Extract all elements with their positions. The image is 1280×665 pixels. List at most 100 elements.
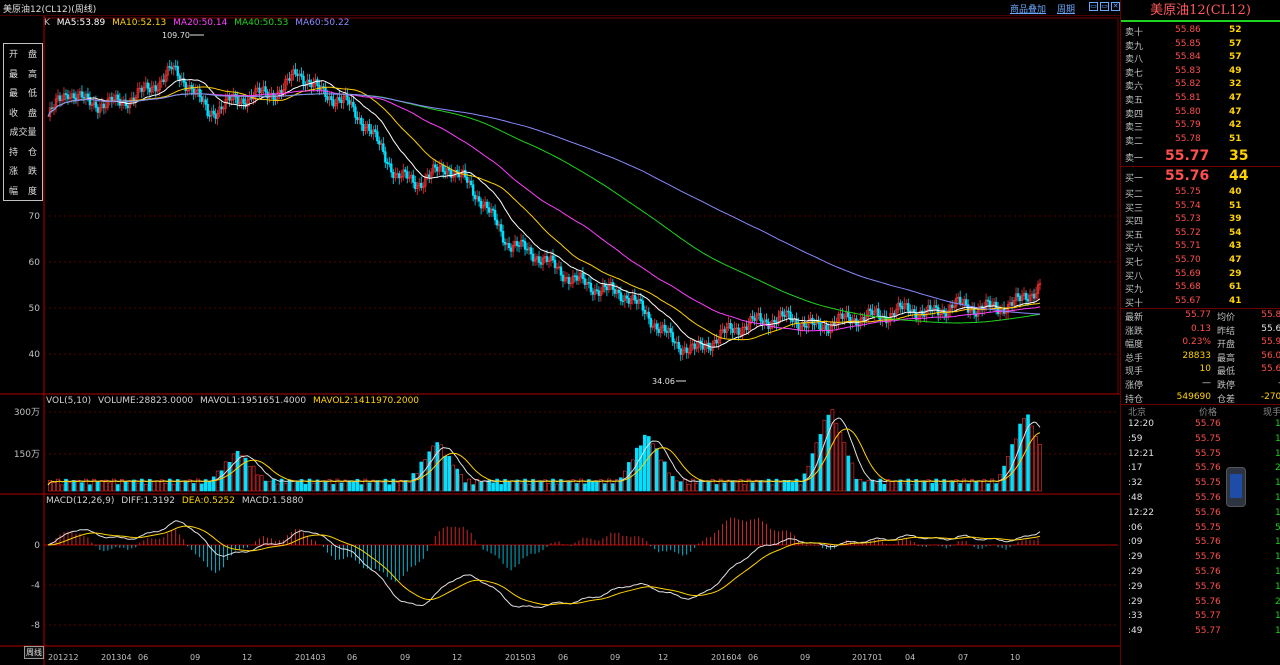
ask-level-row[interactable]: 卖三 55.79 42: [1125, 120, 1280, 134]
bid-level-row[interactable]: 买九 55.68 61: [1125, 282, 1280, 296]
candle-body: [308, 79, 311, 83]
candle-body: [635, 299, 639, 304]
volume-bar: [267, 481, 272, 492]
volume-bar: [359, 484, 364, 492]
volume-bar: [471, 484, 475, 492]
x-tick-label: 09: [800, 653, 810, 662]
ma5-value: MA5:53.89: [56, 18, 106, 28]
ask-level-row[interactable]: 卖九 55.85 57: [1125, 39, 1280, 53]
volume-bar: [199, 483, 204, 492]
candle-body: [50, 107, 54, 109]
candle-body: [573, 275, 577, 277]
candle-body: [825, 324, 828, 331]
candle-body: [420, 182, 423, 188]
ask-level-row[interactable]: 卖四 55.80 47: [1125, 107, 1280, 121]
candle-body: [264, 86, 267, 93]
candle-body: [994, 301, 998, 309]
volume-bar: [163, 482, 168, 492]
candle-body: [671, 332, 674, 342]
volume-bar: [575, 483, 579, 492]
best-bid-row[interactable]: 买一 55.76 44: [1125, 168, 1280, 184]
bid-level-row[interactable]: 买七 55.70 47: [1125, 255, 1280, 269]
candle-body: [495, 219, 499, 226]
volume-bar: [950, 480, 954, 492]
candle-body: [633, 294, 637, 301]
volume-bar: [347, 480, 352, 492]
window-title: 美原油12(CL12)(周线): [3, 5, 97, 15]
close-icon[interactable]: ✕: [1111, 2, 1120, 11]
volume-bar: [151, 481, 156, 492]
volume-bar: [850, 462, 855, 492]
chart-area[interactable]: 70 60 50 40 109.70 34.06 300万 150万 0 -4 -8 201212 20…: [0, 16, 1120, 665]
ask-level-row[interactable]: 卖六 55.82 32: [1125, 79, 1280, 93]
ask-level-row[interactable]: 卖七 55.83 49: [1125, 66, 1280, 80]
candle-body: [72, 93, 76, 99]
candle-body: [360, 117, 363, 125]
volume-bar: [179, 481, 184, 492]
bid-level-row[interactable]: 买六 55.71 43: [1125, 241, 1280, 255]
ask-level-row[interactable]: 卖八 55.84 57: [1125, 52, 1280, 66]
period-link[interactable]: 周期: [1057, 2, 1075, 15]
candle-body: [242, 98, 245, 104]
bid-level-row[interactable]: 买八 55.69 29: [1125, 269, 1280, 283]
volume-bar: [219, 470, 224, 492]
restore-icon[interactable]: ▭: [1089, 2, 1098, 11]
ask-level-row[interactable]: 卖二 55.78 51: [1125, 134, 1280, 148]
instrument-title: 美原油12(CL12): [1121, 0, 1280, 22]
candle-body: [404, 169, 407, 172]
candle-body: [639, 299, 643, 302]
volume-bar: [128, 480, 132, 492]
volume-bar: [583, 483, 587, 492]
candle-body: [80, 91, 84, 98]
volume-bar: [483, 480, 487, 492]
legend-open-interest: 持仓: [8, 147, 37, 158]
maximize-icon[interactable]: ▭: [1100, 2, 1109, 11]
volume-bar: [155, 480, 160, 492]
volume-bar: [966, 483, 970, 492]
volume-bar: [930, 483, 935, 492]
bid-level-row[interactable]: 买五 55.72 54: [1125, 228, 1280, 242]
volume-bar: [1018, 423, 1022, 492]
candle-body: [463, 169, 467, 178]
volume-bar: [475, 478, 479, 492]
candle-body: [294, 69, 297, 75]
candle-body: [170, 67, 173, 70]
volume-bar: [619, 477, 623, 492]
volume-bar: [758, 480, 763, 492]
bid-level-row[interactable]: 买三 55.74 51: [1125, 201, 1280, 215]
volume-bar: [650, 443, 655, 492]
bid-level-row[interactable]: 买四 55.73 39: [1125, 214, 1280, 228]
ma-line: [47, 90, 1041, 332]
volume-bar: [387, 484, 392, 492]
volume-bar: [838, 432, 843, 492]
candle-body: [398, 173, 401, 179]
volume-bar: [890, 481, 895, 492]
weekly-tab[interactable]: 周线: [24, 646, 44, 659]
x-tick-label: 04: [905, 653, 915, 662]
ask-level-row[interactable]: 卖十 55.86 52: [1125, 25, 1280, 39]
phone-icon[interactable]: [1226, 467, 1246, 507]
best-ask-row[interactable]: 卖一 55.77 35: [1125, 148, 1280, 164]
candle-body: [374, 129, 377, 132]
x-tick-label: 201212: [48, 653, 79, 662]
candle-body: [302, 75, 305, 85]
tick-row: :29 55.76 17: [1128, 581, 1280, 592]
ask-level-row[interactable]: 卖五 55.81 47: [1125, 93, 1280, 107]
y-tick-label: 40: [29, 350, 41, 360]
candle-body: [929, 305, 932, 311]
volume-bar: [88, 484, 92, 492]
candle-body: [1026, 299, 1030, 302]
volume-bar: [96, 481, 100, 492]
volume-bar: [858, 478, 863, 492]
kline-chart[interactable]: 70 60 50 40 109.70 34.06 300万 150万 0 -4 -8 201212 20…: [0, 16, 1120, 665]
candle-body: [236, 96, 239, 105]
candle-body: [899, 302, 902, 307]
quote-stat-row: 最新 55.77 均价 55.82: [1125, 310, 1280, 323]
candle-body: [787, 310, 790, 313]
candle-body: [715, 339, 718, 344]
candle-body: [617, 289, 621, 293]
tick-row: :32 55.75 1: [1128, 478, 1280, 489]
candle-body: [200, 96, 203, 102]
bid-level-row[interactable]: 买二 55.75 40: [1125, 187, 1280, 201]
overlay-link[interactable]: 商品叠加: [1010, 2, 1046, 15]
